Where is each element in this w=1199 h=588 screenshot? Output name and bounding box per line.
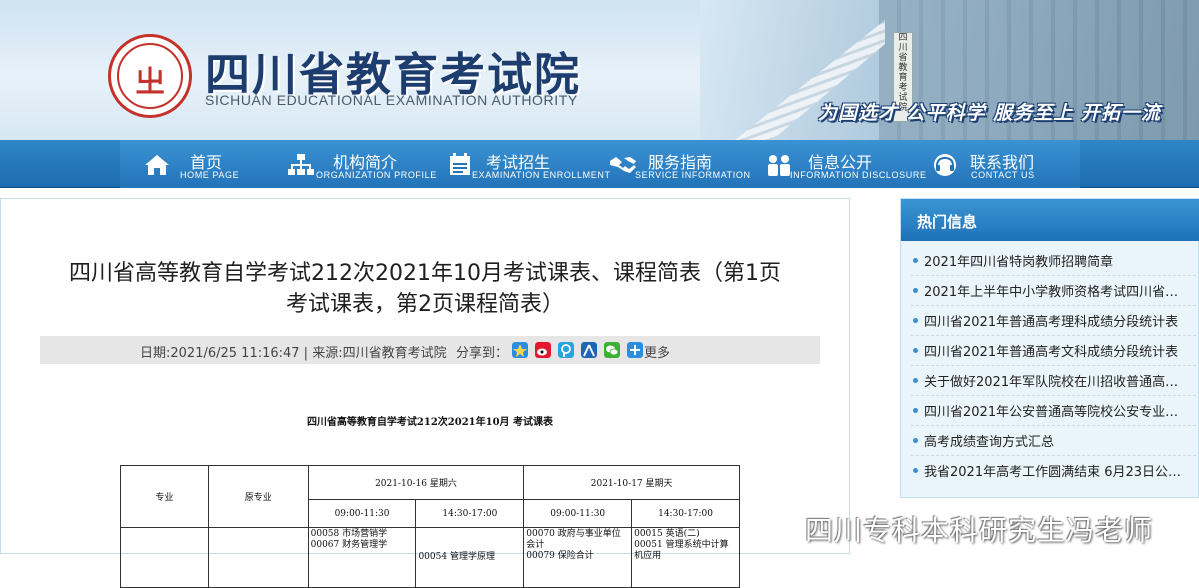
- hot-info-link[interactable]: 高考成绩查询方式汇总: [924, 431, 1194, 450]
- schedule-title: 四川省高等教育自学考试212次2021年10月 考试课表: [306, 417, 554, 428]
- nav-contact-en: CONTACT US: [971, 170, 1035, 180]
- hot-info-link[interactable]: 关于做好2021年军队院校在川招收普通高…: [924, 371, 1194, 390]
- article-meta-bar: 日期:2021/6/25 11:16:47 | 来源:四川省教育考试院 分享到：…: [40, 336, 820, 364]
- nav-info-disclosure[interactable]: 信息公开 INFORMATION DISCLOSURE: [766, 140, 926, 188]
- site-name-en: SICHUAN EDUCATIONAL EXAMINATION AUTHORIT…: [205, 92, 578, 108]
- calendar-icon: [450, 153, 470, 175]
- schedule-header-orig-major: 原专业: [207, 465, 309, 528]
- list-item[interactable]: 2021年四川省特岗教师招聘简章: [911, 246, 1196, 276]
- nav-service[interactable]: 服务指南 SERVICE INFORMATION: [610, 140, 760, 188]
- bullet-icon: [913, 378, 918, 383]
- hot-info-link[interactable]: 四川省2021年普通高考理科成绩分段统计表: [924, 311, 1194, 330]
- wechat-icon[interactable]: [604, 342, 620, 358]
- table-cell: [207, 527, 309, 588]
- article-title-line1: 四川省高等教育自学考试212次2021年10月考试课表、课程简表（第1页: [69, 261, 781, 286]
- hot-info-title: 热门信息: [917, 213, 978, 231]
- people-icon: [768, 155, 790, 176]
- schedule-header-day1: 2021-10-16 星期六: [307, 465, 525, 500]
- share-more-link[interactable]: 更多: [644, 342, 670, 361]
- weibo-icon[interactable]: [535, 342, 551, 358]
- list-item[interactable]: 四川省2021年公安普通高等院校公安专业…: [911, 396, 1196, 426]
- list-item[interactable]: 我省2021年高考工作圆满结束 6月23日公…: [911, 456, 1196, 486]
- slogan: 为国选才 公平科学 服务至上 开拓一流: [818, 102, 1161, 124]
- bullet-icon: [913, 348, 918, 353]
- list-item[interactable]: 四川省2021年普通高考理科成绩分段统计表: [911, 306, 1196, 336]
- table-cell: 00054 管理学原理: [415, 527, 525, 588]
- schedule-table: 专业 原专业 2021-10-16 星期六 2021-10-17 星期天 09:…: [120, 465, 740, 588]
- table-cell: [120, 527, 209, 588]
- headset-icon: [934, 154, 956, 176]
- hot-info-link[interactable]: 2021年四川省特岗教师招聘简章: [924, 251, 1194, 270]
- share-label: 分享到：: [456, 346, 509, 361]
- nav-exam-enrollment[interactable]: 考试招生 EXAMINATION ENROLLMENT: [446, 140, 610, 188]
- schedule-header-day2: 2021-10-17 星期天: [523, 465, 740, 500]
- home-icon: [145, 155, 169, 175]
- bullet-icon: [913, 258, 918, 263]
- main-nav-inner: 首页 HOME PAGE 机构简介 ORGANIZATION PROFILE 考…: [120, 140, 1080, 188]
- article-meta: 日期:2021/6/25 11:16:47 | 来源:四川省教育考试院: [140, 346, 447, 361]
- bullet-icon: [913, 438, 918, 443]
- bullet-icon: [913, 288, 918, 293]
- nav-home[interactable]: 首页 HOME PAGE: [144, 140, 274, 188]
- list-item[interactable]: 2021年上半年中小学教师资格考试四川省…: [911, 276, 1196, 306]
- table-row: 00058 市场营销学 00067 财务管理学 00054 管理学原理 0007…: [120, 527, 740, 588]
- list-item[interactable]: 四川省2021年普通高考文科成绩分段统计表: [911, 336, 1196, 366]
- hot-info-link[interactable]: 我省2021年高考工作圆满结束 6月23日公…: [924, 461, 1194, 480]
- nav-organization[interactable]: 机构简介 ORGANIZATION PROFILE: [288, 140, 438, 188]
- nav-home-en: HOME PAGE: [180, 170, 240, 180]
- nav-exam-enrollment-en: EXAMINATION ENROLLMENT: [472, 170, 611, 180]
- schedule-slot-day2-am: 09:00-11:30: [523, 499, 633, 528]
- schedule-slot-day1-pm: 14:30-17:00: [415, 499, 525, 528]
- hot-info-link[interactable]: 四川省2021年普通高考文科成绩分段统计表: [924, 341, 1194, 360]
- nav-service-en: SERVICE INFORMATION: [635, 170, 751, 180]
- logo-glyph: 㞢: [135, 65, 165, 100]
- list-item[interactable]: 关于做好2021年军队院校在川招收普通高…: [911, 366, 1196, 396]
- schedule-header-major: 专业: [120, 465, 209, 528]
- hot-info-header: 热门信息: [901, 199, 1199, 241]
- article-title-line2: 考试课表，第2页课程简表）: [286, 292, 564, 317]
- hot-info-panel: 热门信息 2021年四川省特岗教师招聘简章 2021年上半年中小学教师资格考试四…: [900, 198, 1199, 498]
- table-cell: 00015 英语(二) 00051 管理系统中计算机应用: [631, 527, 740, 588]
- bullet-icon: [913, 408, 918, 413]
- qzone-icon[interactable]: [512, 342, 528, 358]
- schedule-slot-day2-pm: 14:30-17:00: [631, 499, 740, 528]
- bullet-icon: [913, 468, 918, 473]
- header-banner: 四川省教育考试院 为国选才 公平科学 服务至上 开拓一流 㞢 四川省教育考试院 …: [0, 0, 1199, 140]
- table-cell: 00058 市场营销学 00067 财务管理学: [307, 527, 417, 588]
- schedule-slot-day1-am: 09:00-11:30: [307, 499, 417, 528]
- hot-info-link[interactable]: 2021年上半年中小学教师资格考试四川省…: [924, 281, 1194, 300]
- weibo-icon: [755, 510, 795, 541]
- nav-info-disclosure-en: INFORMATION DISCLOSURE: [790, 170, 927, 180]
- hot-info-link[interactable]: 四川省2021年公安普通高等院校公安专业…: [924, 401, 1194, 420]
- bullet-icon: [913, 318, 918, 323]
- nav-contact[interactable]: 联系我们 CONTACT US: [932, 140, 1072, 188]
- main-nav: 首页 HOME PAGE 机构简介 ORGANIZATION PROFILE 考…: [0, 140, 1199, 188]
- article-title: 四川省高等教育自学考试212次2021年10月考试课表、课程简表（第1页 考试课…: [30, 258, 820, 320]
- table-cell: 00070 政府与事业单位会计 00079 保险合计: [523, 527, 633, 588]
- nav-organization-en: ORGANIZATION PROFILE: [316, 170, 437, 180]
- list-item[interactable]: 高考成绩查询方式汇总: [911, 426, 1196, 456]
- plus-icon[interactable]: [627, 342, 643, 358]
- watermark-text: 四川专科本科研究生冯老师: [805, 514, 1154, 547]
- tencent-weibo-icon[interactable]: [558, 342, 574, 358]
- renren-icon[interactable]: [581, 342, 597, 358]
- handshake-icon: [610, 157, 636, 173]
- site-logo[interactable]: 㞢: [108, 34, 192, 118]
- org-chart-icon: [288, 154, 314, 175]
